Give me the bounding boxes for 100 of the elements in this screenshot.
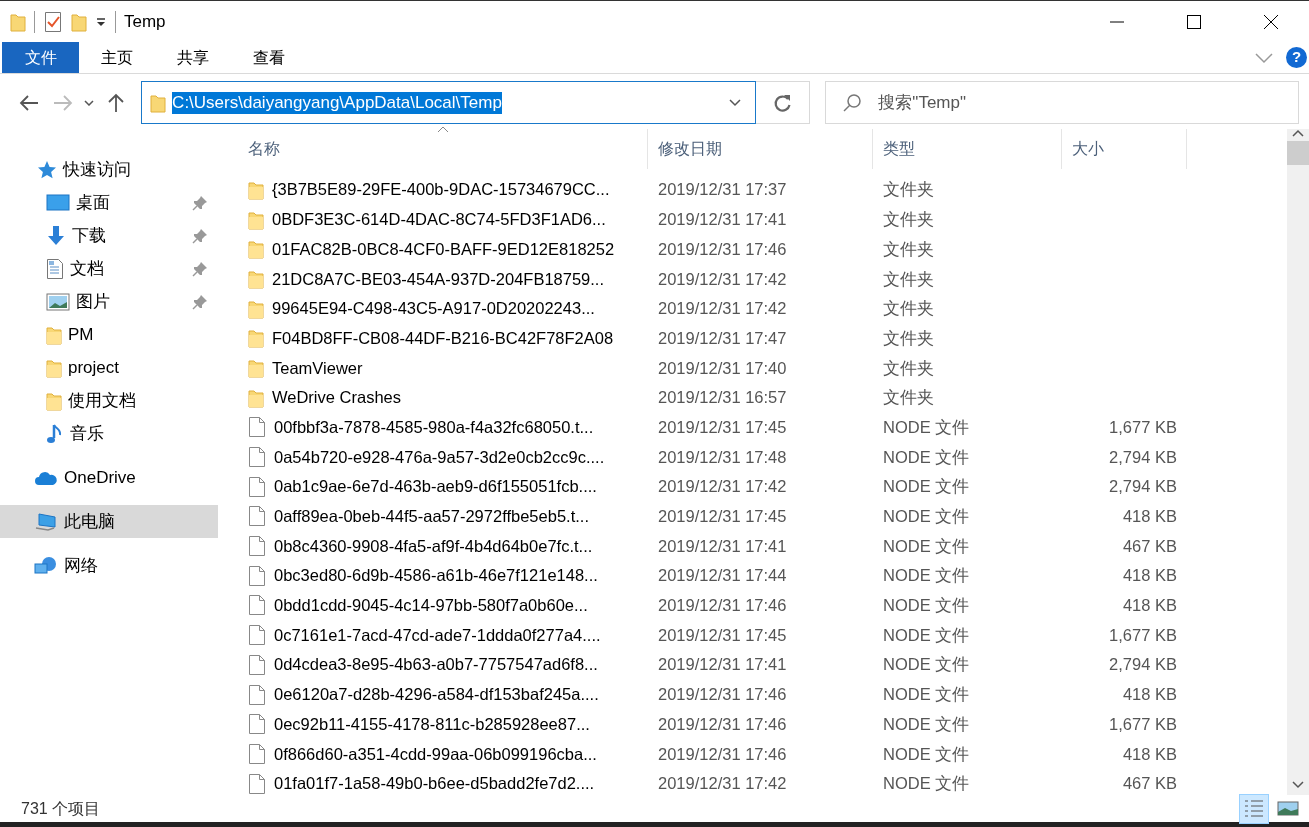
file-name[interactable]: F04BD8FF-CB08-44DF-B216-BC42F78F2A08	[272, 325, 614, 351]
size-cell-text: 2,794 KB	[1108, 654, 1178, 676]
file-name[interactable]: 0f866d60-a351-4cdd-99aa-06b099196cba...	[274, 741, 597, 767]
date-cell-text: 2019/12/31 17:48	[657, 446, 788, 468]
sort-ascending-icon	[436, 125, 449, 133]
date-cell-text: 2019/12/31 17:45	[657, 416, 788, 438]
close-icon	[1263, 14, 1278, 29]
folder-icon	[46, 357, 62, 378]
type-cell-text: 文件夹	[882, 387, 935, 409]
folder-icon[interactable]	[71, 11, 87, 32]
scroll-thumb[interactable]	[1287, 141, 1309, 165]
date-cell-text: 2019/12/31 17:41	[657, 535, 788, 557]
folder-icon	[46, 390, 62, 411]
type-cell-text: NODE 文件	[882, 476, 971, 498]
search-box[interactable]: 搜索"Temp"	[825, 81, 1299, 124]
caret-icon[interactable]	[95, 15, 107, 28]
file-name[interactable]: 0e6120a7-d28b-4296-a584-df153baf245a....	[274, 682, 599, 707]
sidebar-item[interactable]: 此电脑	[0, 505, 218, 538]
sidebar-item[interactable]: project	[0, 351, 218, 384]
size-cell-text: 467 KB	[1121, 535, 1178, 557]
date-cell-text: 2019/12/31 17:46	[657, 238, 788, 260]
column-header[interactable]: 大小	[1062, 129, 1187, 169]
date-cell-text: 2019/12/31 17:46	[657, 713, 788, 735]
address-bar[interactable]: C:\Users\daiyangyang\AppData\Local\Temp	[141, 81, 756, 124]
date-cell-text: 2019/12/31 16:57	[657, 387, 788, 409]
file-name[interactable]: 0bdd1cdd-9045-4c14-97bb-580f7a0b60e...	[274, 593, 588, 618]
file-name[interactable]: 0bc3ed80-6d9b-4586-a61b-46e7f121e148...	[274, 563, 598, 589]
file-name[interactable]: 0b8c4360-9908-4fa5-af9f-4b4d64b0e7fc.t...	[274, 533, 593, 559]
folder-icon	[150, 92, 167, 113]
file-name[interactable]: 99645E94-C498-43C5-A917-0D20202243...	[272, 296, 595, 321]
window-title: Temp	[124, 10, 166, 33]
help-button[interactable]: ?	[1286, 47, 1307, 68]
file-name[interactable]: 0ec92b11-4155-4178-811c-b285928ee87...	[274, 711, 590, 737]
ribbon-tab[interactable]: 共享	[155, 42, 231, 73]
scroll-down-icon[interactable]	[1292, 781, 1304, 789]
column-header[interactable]: 修改日期	[648, 129, 873, 169]
type-cell-text: NODE 文件	[882, 595, 971, 617]
file-icon	[248, 416, 266, 439]
sidebar-item[interactable]: 快速访问	[0, 153, 218, 186]
chevron-down-icon[interactable]	[1254, 51, 1274, 64]
folder-icon	[248, 387, 264, 408]
network-icon	[34, 555, 58, 576]
file-icon	[248, 624, 266, 647]
scrollbar[interactable]	[1287, 129, 1309, 795]
sidebar-item[interactable]: 音乐	[0, 417, 218, 450]
sidebar-item[interactable]: 图片	[0, 285, 218, 318]
file-name[interactable]: 0aff89ea-0beb-44f5-aa57-2972ffbe5eb5.t...	[274, 504, 589, 529]
size-cell-text: 1,677 KB	[1108, 624, 1178, 646]
file-name[interactable]: 0c7161e1-7acd-47cd-ade7-1ddda0f277a4....	[274, 622, 601, 648]
folder-icon	[10, 11, 26, 32]
sidebar-item[interactable]: 使用文档	[0, 384, 218, 417]
sidebar-item[interactable]: 桌面	[0, 186, 218, 219]
scroll-up-icon[interactable]	[1292, 129, 1304, 137]
date-cell-text: 2019/12/31 17:40	[657, 357, 788, 379]
type-cell-text: NODE 文件	[882, 743, 971, 765]
music-note-icon	[46, 422, 64, 445]
size-cell-text: 467 KB	[1121, 773, 1178, 795]
file-icon	[248, 535, 266, 558]
file-name[interactable]: WeDrive Crashes	[272, 385, 401, 411]
file-name[interactable]: TeamViewer	[272, 355, 363, 381]
file-icon	[248, 446, 266, 469]
ribbon-tab[interactable]: 查看	[231, 42, 307, 73]
folder-icon	[248, 268, 264, 289]
chevron-down-icon	[728, 99, 741, 108]
size-cell-text: 2,794 KB	[1108, 446, 1178, 468]
type-cell-text: NODE 文件	[882, 624, 971, 646]
item-count: 731 个项目	[21, 798, 101, 819]
file-icon	[248, 475, 266, 498]
minimize-icon	[1109, 20, 1124, 23]
file-name[interactable]: 01fa01f7-1a58-49b0-b6ee-d5badd2fe7d2....	[274, 771, 595, 795]
file-name[interactable]: 00fbbf3a-7878-4585-980a-f4a32fc68050.t...	[274, 414, 594, 440]
file-menu-tab[interactable]: 文件	[2, 42, 79, 73]
size-cell-text: 2,794 KB	[1108, 476, 1178, 498]
checkmark-page-icon[interactable]	[43, 10, 63, 33]
file-name[interactable]: 21DC8A7C-BE03-454A-937D-204FB18759...	[272, 266, 605, 292]
file-name[interactable]: 0ab1c9ae-6e7d-463b-aeb9-d6f155051fcb....	[274, 474, 597, 500]
size-cell-text: 418 KB	[1121, 743, 1178, 765]
file-name[interactable]: 0BDF3E3C-614D-4DAC-8C74-5FD3F1AD6...	[272, 207, 606, 232]
date-cell-text: 2019/12/31 17:42	[657, 298, 788, 320]
date-cell-text: 2019/12/31 17:41	[657, 209, 788, 231]
type-cell-text: NODE 文件	[882, 713, 971, 735]
pin-icon	[192, 227, 208, 244]
type-cell-text: NODE 文件	[882, 565, 971, 587]
sidebar-item[interactable]: PM	[0, 318, 218, 351]
sidebar-item[interactable]: 文档	[0, 252, 218, 285]
ribbon-tab[interactable]: 主页	[79, 42, 155, 73]
sidebar-item[interactable]: 下载	[0, 219, 218, 252]
size-cell-text: 1,677 KB	[1108, 416, 1178, 438]
file-name[interactable]: 01FAC82B-0BC8-4CF0-BAFF-9ED12E818252	[272, 236, 615, 262]
column-header[interactable]: 类型	[873, 129, 1062, 169]
file-name[interactable]: 0a54b720-e928-476a-9a57-3d2e0cb2cc9c....	[274, 444, 605, 470]
column-header[interactable]: 名称	[238, 129, 648, 169]
file-name[interactable]: {3B7B5E89-29FE-400b-9DAC-15734679CC...	[272, 177, 610, 203]
size-cell-text: 418 KB	[1121, 565, 1178, 587]
sidebar-item[interactable]: 网络	[0, 549, 218, 582]
file-icon	[248, 505, 266, 528]
type-cell-text: 文件夹	[882, 179, 935, 201]
sidebar-item[interactable]: OneDrive	[0, 461, 218, 494]
file-name[interactable]: 0d4cdea3-8e95-4b63-a0b7-7757547ad6f8...	[274, 652, 598, 678]
refresh-button[interactable]	[755, 81, 811, 124]
